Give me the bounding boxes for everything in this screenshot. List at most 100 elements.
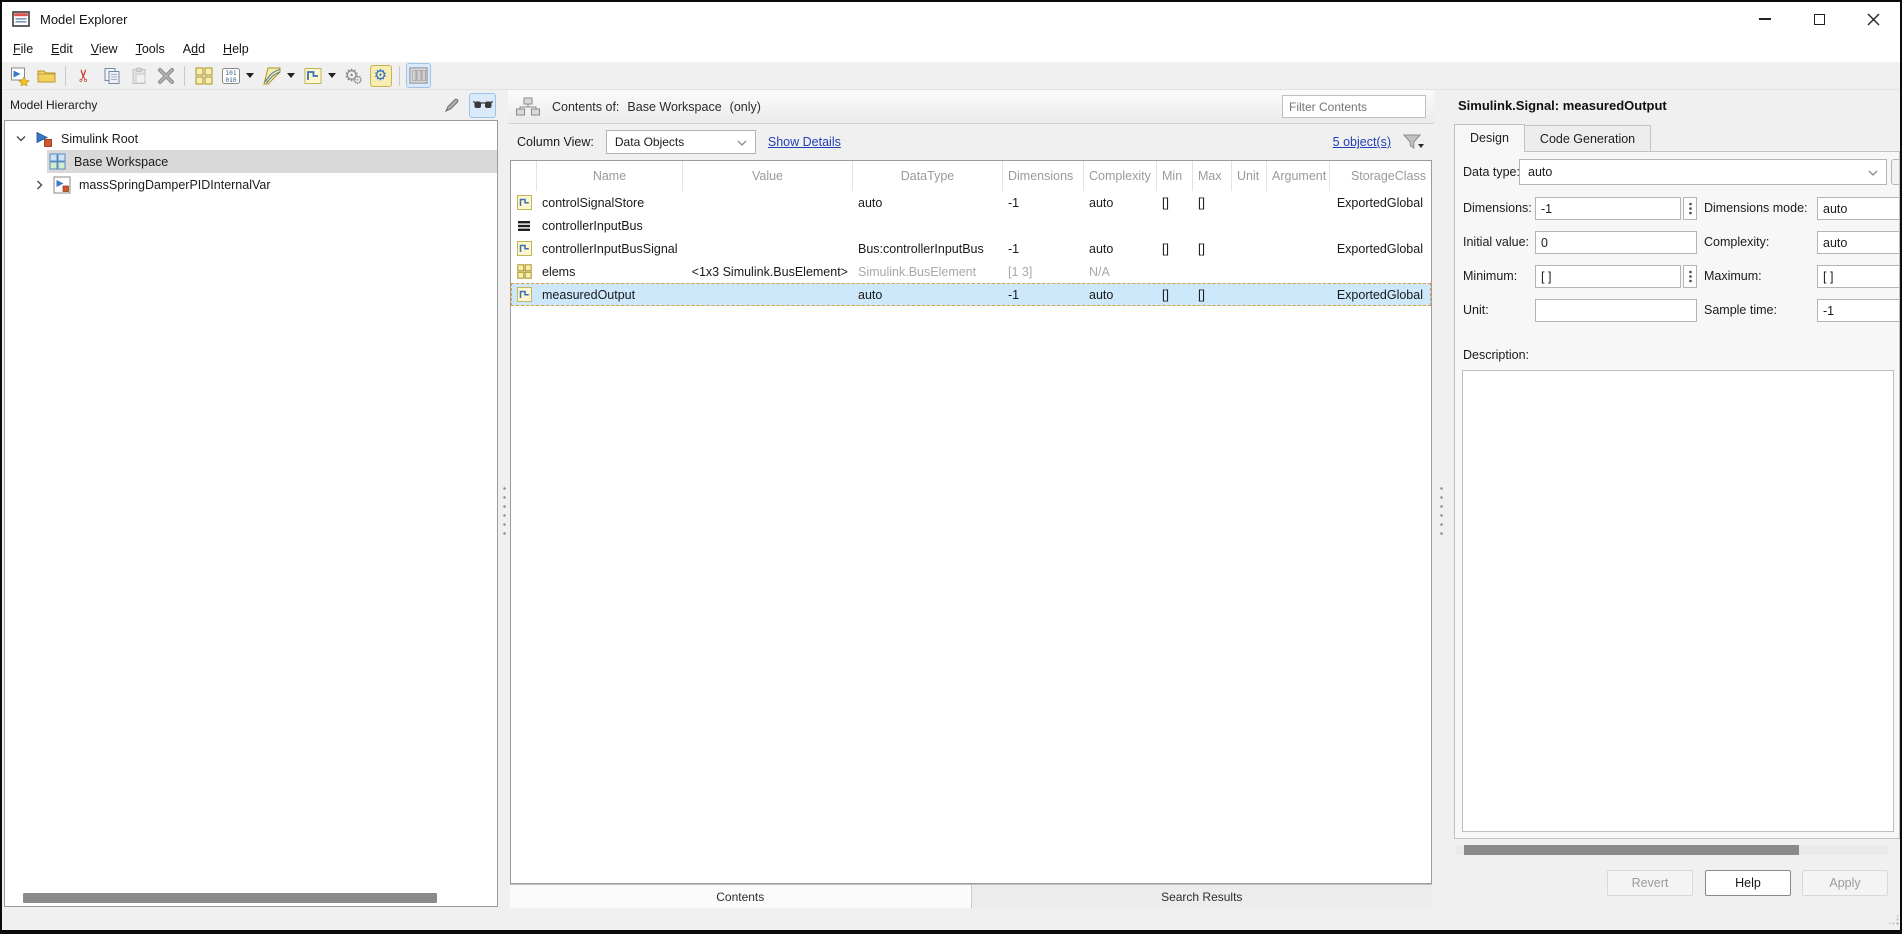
menu-view[interactable]: View <box>82 38 127 60</box>
glasses-button[interactable] <box>469 93 496 118</box>
complexity-input[interactable] <box>1817 231 1900 254</box>
signal-object-button[interactable] <box>300 63 325 88</box>
column-header-argument[interactable]: Argument <box>1267 161 1330 191</box>
dimensions-stepper-button[interactable] <box>1683 197 1697 220</box>
table-row[interactable]: controllerInputBusSignal Bus:controllerI… <box>511 237 1431 260</box>
chevron-down-icon[interactable] <box>13 135 29 142</box>
menubar: File Edit View Tools Add Help <box>2 36 1900 62</box>
chevron-right-icon[interactable] <box>31 180 47 190</box>
splitter-handle-icon <box>502 484 507 536</box>
close-button[interactable] <box>1846 2 1900 36</box>
initial-value-input[interactable] <box>1535 231 1697 254</box>
column-header-min[interactable]: Min <box>1157 161 1193 191</box>
cell-datatype: auto <box>853 196 1003 210</box>
menu-tools[interactable]: Tools <box>127 38 174 60</box>
apply-button-label: Apply <box>1829 876 1860 890</box>
tree-item-model[interactable]: massSpringDamperPIDInternalVar <box>5 173 497 196</box>
menu-edit[interactable]: Edit <box>42 38 82 60</box>
menu-file[interactable]: File <box>4 38 42 60</box>
description-textarea[interactable] <box>1462 370 1894 832</box>
initial-value-label: Initial value: <box>1463 235 1529 249</box>
hierarchy-hscrollbar-thumb[interactable] <box>23 893 437 903</box>
revert-button[interactable]: Revert <box>1607 870 1693 896</box>
binary-view-button[interactable]: 101 010 <box>218 63 243 88</box>
minimum-stepper-button[interactable] <box>1683 265 1697 288</box>
splitter-left[interactable] <box>500 90 508 930</box>
column-header-unit[interactable]: Unit <box>1232 161 1267 191</box>
column-header-icon[interactable] <box>511 161 537 191</box>
gears-button[interactable]: ⚙⚙ <box>341 63 366 88</box>
glasses-icon <box>473 99 493 111</box>
show-details-link[interactable]: Show Details <box>768 135 841 149</box>
column-header-dimensions[interactable]: Dimensions <box>1003 161 1084 191</box>
column-view-button[interactable] <box>406 63 431 88</box>
column-header-value[interactable]: Value <box>683 161 853 191</box>
tab-contents[interactable]: Contents <box>510 885 971 908</box>
apply-button[interactable]: Apply <box>1802 870 1888 896</box>
tree-item-base-workspace[interactable]: Base Workspace <box>5 150 497 173</box>
column-view-value: Data Objects <box>615 135 684 149</box>
detail-panel: Simulink.Signal: measuredOutput Design C… <box>1448 90 1902 930</box>
column-header-max[interactable]: Max <box>1193 161 1232 191</box>
signal-curves-button[interactable] <box>259 63 284 88</box>
column-view-select[interactable]: Data Objects <box>606 130 756 154</box>
cell-datatype: Simulink.BusElement <box>853 265 1003 279</box>
table-row[interactable]: elems <1x3 Simulink.BusElement> Simulink… <box>511 260 1431 283</box>
cut-button[interactable]: ✂ <box>72 63 97 88</box>
splitter-right[interactable] <box>1434 90 1448 930</box>
table-row-selected[interactable]: measuredOutput auto -1 auto [] [] Export… <box>511 283 1431 306</box>
unit-input[interactable] <box>1535 299 1697 322</box>
signal-curves-icon <box>262 66 282 86</box>
cell-max: [] <box>1193 242 1232 256</box>
help-button-label: Help <box>1735 876 1761 890</box>
minimize-button[interactable] <box>1738 2 1792 36</box>
detail-hscrollbar-thumb[interactable] <box>1464 845 1799 855</box>
delete-button[interactable] <box>153 63 178 88</box>
help-button[interactable]: Help <box>1705 870 1791 896</box>
tab-design[interactable]: Design <box>1454 124 1525 152</box>
tab-code-generation[interactable]: Code Generation <box>1524 125 1651 152</box>
toolbar-separator <box>184 66 185 86</box>
settings-gear-button[interactable]: ⚙ <box>368 63 393 88</box>
filter-contents-input[interactable] <box>1282 95 1426 118</box>
resize-grip-icon[interactable] <box>1889 915 1899 925</box>
signal-icon <box>517 241 532 256</box>
pencil-button[interactable] <box>438 93 465 118</box>
data-type-expand-button[interactable] <box>1891 159 1900 185</box>
tree-item-simulink-root[interactable]: Simulink Root <box>5 127 497 150</box>
object-count-link[interactable]: 5 object(s) <box>1333 135 1391 149</box>
open-folder-button[interactable] <box>34 63 59 88</box>
sample-time-input[interactable] <box>1817 299 1900 322</box>
cell-value: <1x3 Simulink.BusElement> <box>683 265 853 279</box>
column-header-name[interactable]: Name <box>537 161 683 191</box>
maximize-button[interactable] <box>1792 2 1846 36</box>
filter-funnel-icon[interactable] <box>1403 134 1425 150</box>
dimensions-mode-input[interactable] <box>1817 197 1900 220</box>
paste-button[interactable] <box>126 63 151 88</box>
detail-hscrollbar-track[interactable] <box>1456 845 1888 855</box>
tab-search-results[interactable]: Search Results <box>971 885 1433 908</box>
table-row[interactable]: controlSignalStore auto -1 auto [] [] Ex… <box>511 191 1431 214</box>
tab-search-results-label: Search Results <box>1161 890 1242 904</box>
signal-object-dropdown-icon[interactable] <box>328 73 336 78</box>
column-header-datatype[interactable]: DataType <box>853 161 1003 191</box>
objects-area: 5 object(s) <box>1333 134 1425 150</box>
menu-add[interactable]: Add <box>174 38 214 60</box>
dimensions-input[interactable] <box>1535 197 1681 220</box>
menu-file-label: File <box>13 42 33 56</box>
signal-curves-dropdown-icon[interactable] <box>287 73 295 78</box>
new-model-button[interactable] <box>7 63 32 88</box>
cell-datatype: Bus:controllerInputBus <box>853 242 1003 256</box>
cell-name: controlSignalStore <box>537 196 683 210</box>
hierarchy-tools <box>438 93 496 118</box>
copy-button[interactable] <box>99 63 124 88</box>
column-header-storageclass[interactable]: StorageClass <box>1330 161 1431 191</box>
binary-view-dropdown-icon[interactable] <box>246 73 254 78</box>
maximum-input[interactable] <box>1817 265 1900 288</box>
minimum-input[interactable] <box>1535 265 1681 288</box>
data-type-select[interactable]: auto <box>1519 159 1887 185</box>
menu-help[interactable]: Help <box>214 38 258 60</box>
column-header-complexity[interactable]: Complexity <box>1084 161 1157 191</box>
add-data-grid-button[interactable] <box>191 63 216 88</box>
table-row[interactable]: controllerInputBus <box>511 214 1431 237</box>
